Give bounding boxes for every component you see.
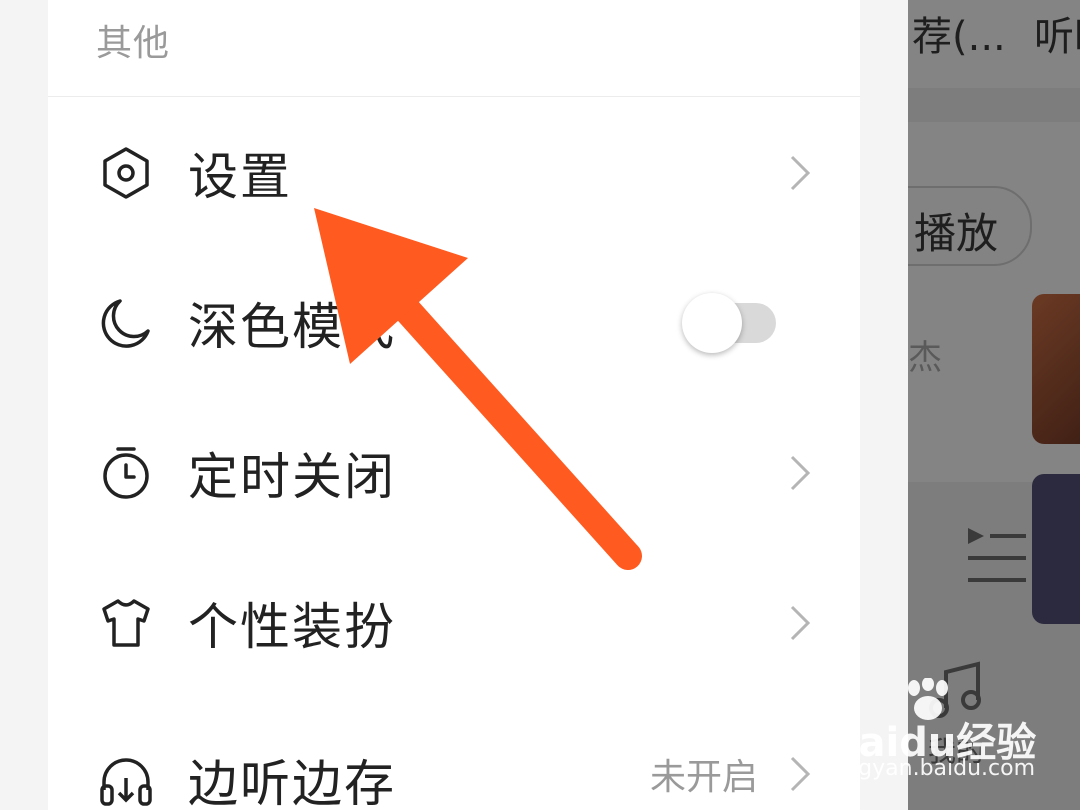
album-cover <box>1032 294 1080 444</box>
section-title: 其他 <box>96 23 171 64</box>
menu-item-label: 设置 <box>188 148 292 206</box>
background-tab: 听时 <box>1034 14 1080 60</box>
chevron-right-icon <box>790 455 811 491</box>
menu-item-settings[interactable]: 设置 <box>48 98 860 248</box>
menu-item-cache-while-listening[interactable]: 边听边存 未开启 <box>48 698 860 810</box>
menu-item-label: 深色模式 <box>188 298 396 356</box>
settings-icon <box>103 147 149 199</box>
menu-item-dark-mode: 深色模式 <box>48 248 860 398</box>
artist-name-fragment: 杰 <box>908 338 942 378</box>
side-drawer: 其他 设置 深色模式 定时关闭 个性装扮 边听边存 未开启 <box>48 0 860 810</box>
chevron-right-icon <box>790 605 811 641</box>
chevron-right-icon <box>790 756 811 792</box>
moon-icon <box>101 299 150 348</box>
menu-item-label: 边听边存 <box>188 755 396 810</box>
section-header: 其他 <box>48 0 860 97</box>
album-cover <box>1032 474 1080 624</box>
menu-item-label: 定时关闭 <box>188 448 396 506</box>
headphones-download-icon <box>100 758 152 806</box>
tshirt-icon <box>102 599 150 647</box>
watermark: Baidu经验 jingyan.baidu.com <box>828 678 1068 792</box>
watermark-url: jingyan.baidu.com <box>832 756 1036 781</box>
background-tab: 荐(... <box>912 14 1006 60</box>
play-chip-label: 播放 <box>914 209 999 258</box>
toggle-knob <box>682 293 742 353</box>
dark-mode-toggle[interactable] <box>682 293 778 353</box>
timer-icon <box>103 447 149 499</box>
cache-status-value: 未开启 <box>649 757 758 798</box>
menu-item-sleep-timer[interactable]: 定时关闭 <box>48 398 860 548</box>
menu-item-label: 个性装扮 <box>188 598 396 656</box>
chevron-right-icon <box>790 155 811 191</box>
menu-item-theme[interactable]: 个性装扮 <box>48 548 860 698</box>
playlist-icon <box>968 528 1026 582</box>
